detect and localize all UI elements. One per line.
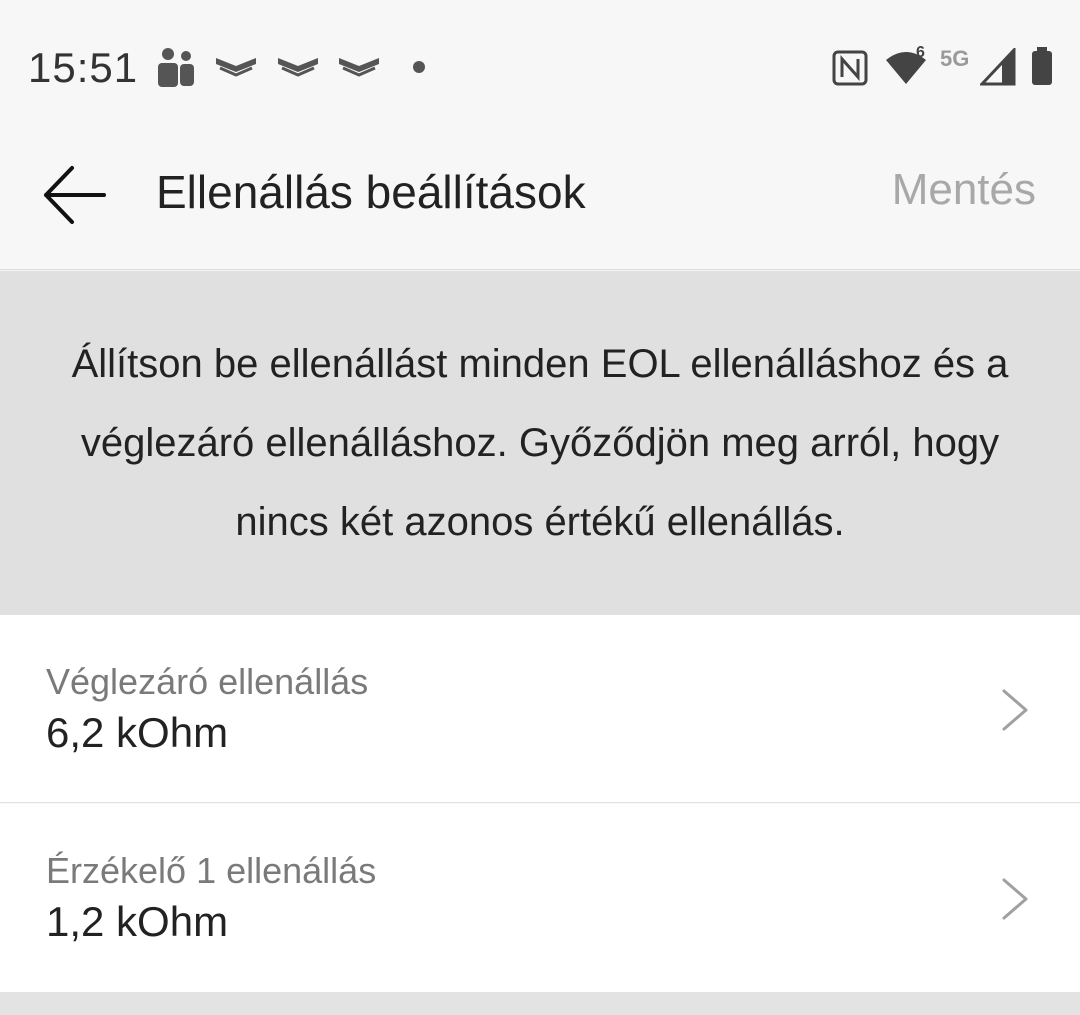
- back-button[interactable]: [38, 163, 118, 227]
- network-type-label: 5G: [940, 46, 970, 71]
- chevron-stack-icon: [216, 58, 256, 77]
- info-text: Állítson be ellenállást minden EOL ellen…: [71, 341, 1009, 544]
- save-button[interactable]: Mentés: [892, 165, 1036, 215]
- status-bar: 15:51 6 5G: [0, 0, 1080, 135]
- status-time: 15:51: [28, 44, 139, 91]
- list-item-label: Érzékelő 1 ellenállás: [46, 850, 377, 891]
- dot-icon: [413, 61, 425, 73]
- arrow-left-icon: [44, 166, 106, 224]
- list-item-sensor-1-resistor[interactable]: Érzékelő 1 ellenállás 1,2 kOhm: [0, 804, 1080, 992]
- list-item-value: 6,2 kOhm: [46, 709, 229, 756]
- screen: 15:51 6 5G Ellenállás beállítások Mentés…: [0, 0, 1080, 1015]
- list-item-end-of-line-resistor[interactable]: Véglezáró ellenállás 6,2 kOhm: [0, 615, 1080, 803]
- signal-icon: [980, 48, 1016, 86]
- list-item-value: 1,2 kOhm: [46, 898, 229, 945]
- nfc-icon: [832, 50, 868, 86]
- teams-icon: [158, 48, 194, 87]
- chevron-stack-icon: [278, 58, 318, 77]
- page-title: Ellenállás beállítások: [156, 166, 586, 218]
- list-item-label: Véglezáró ellenállás: [46, 661, 369, 702]
- app-bar: Ellenállás beállítások Mentés: [0, 135, 1080, 270]
- battery-icon: [1032, 47, 1052, 85]
- info-banner: Állítson be ellenállást minden EOL ellen…: [0, 271, 1080, 615]
- chevron-stack-icon: [339, 58, 379, 77]
- wifi-badge: 6: [916, 44, 925, 61]
- chevron-right-icon: [1002, 689, 1028, 731]
- bottom-divider: [0, 992, 1080, 1015]
- chevron-right-icon: [1002, 878, 1028, 920]
